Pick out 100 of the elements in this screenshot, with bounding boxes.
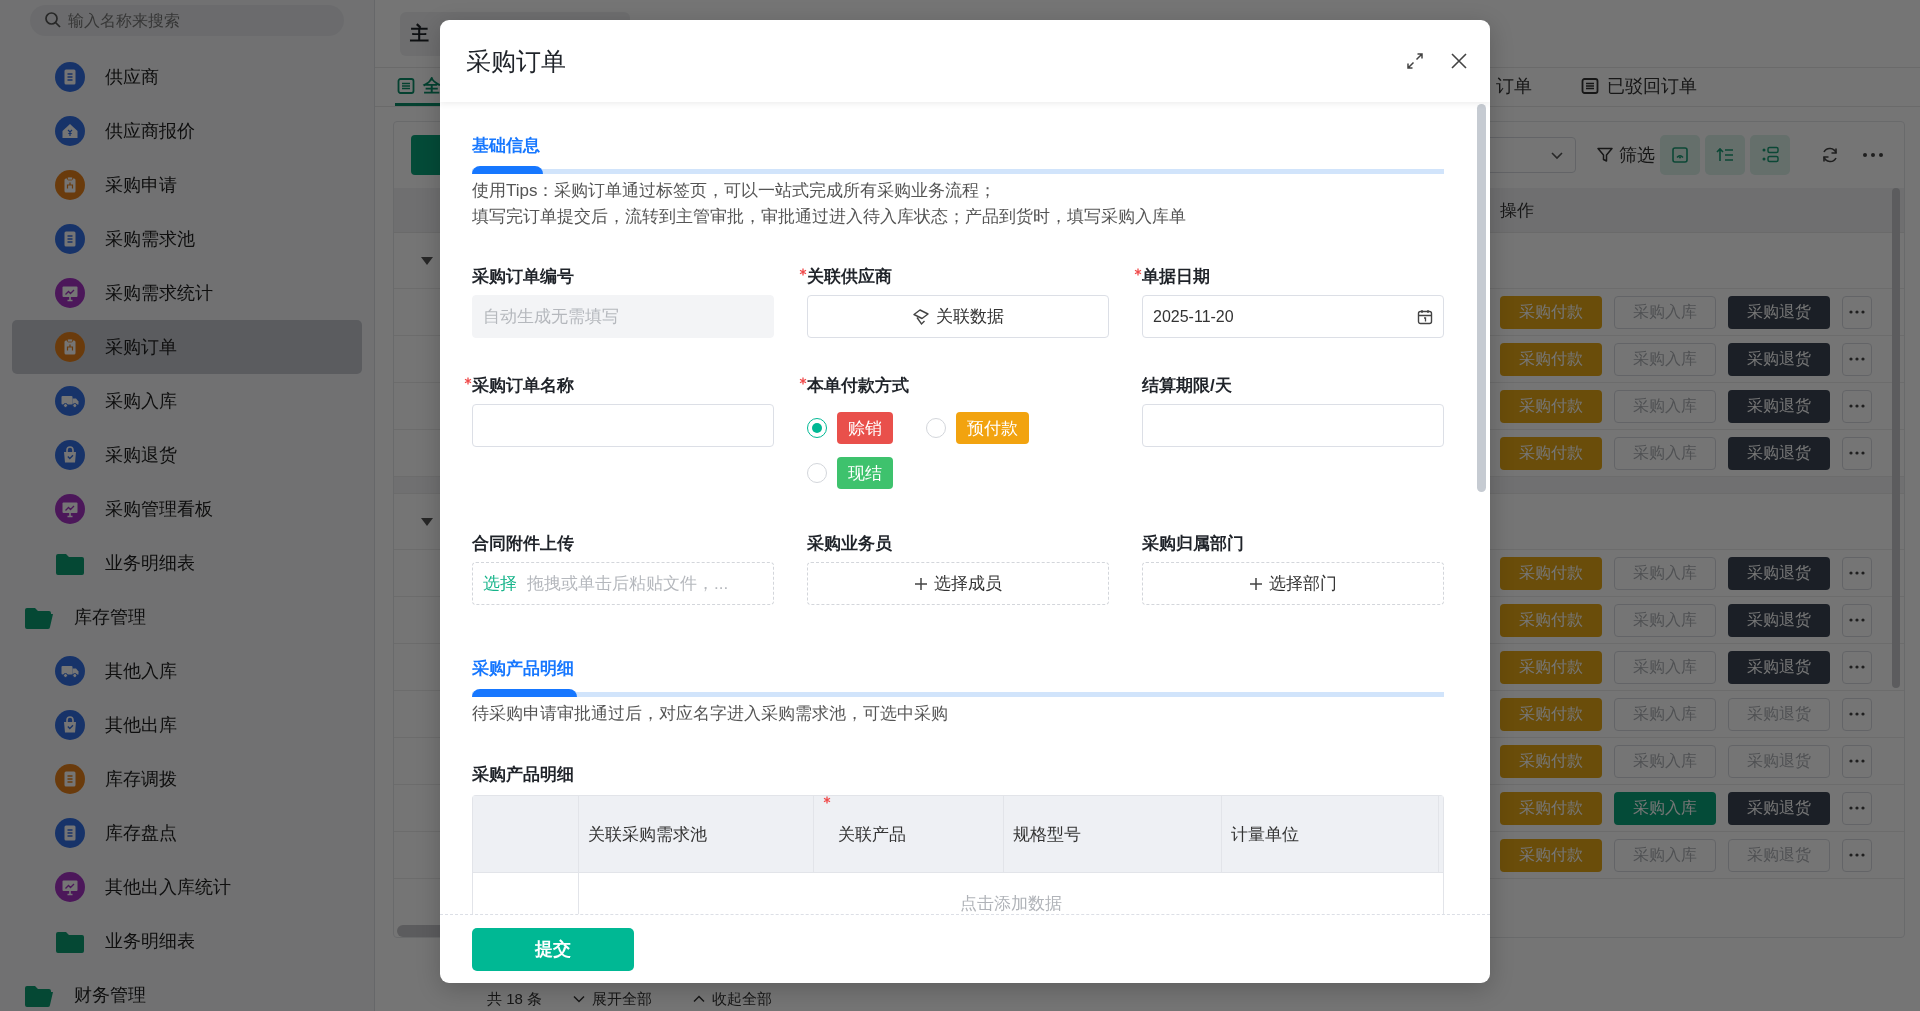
plus-icon [914, 576, 928, 591]
field-label: 采购归属部门 [1142, 532, 1244, 555]
sidebar-item[interactable]: 采购需求池 [12, 212, 362, 266]
sidebar-item[interactable]: 业务明细表 [12, 914, 362, 968]
more-button[interactable] [1842, 744, 1872, 778]
action-button[interactable]: 采购退货 [1728, 389, 1830, 423]
more-icon [1849, 759, 1865, 763]
action-button[interactable]: 采购退货 [1728, 436, 1830, 470]
more-button[interactable] [1842, 556, 1872, 590]
filter-button[interactable]: 筛选 [1596, 143, 1655, 167]
tip-text: 填写完订单提交后，流转到主管审批，审批通过进入待入库状态；产品到货时，填写采购入库单 [472, 206, 1187, 228]
action-button[interactable]: 采购退货 [1728, 791, 1830, 825]
radio-button[interactable] [926, 418, 946, 438]
more-button[interactable] [1842, 603, 1872, 637]
sidebar-item[interactable]: 库存调拨 [12, 752, 362, 806]
sidebar-item[interactable]: 采购退货 [12, 428, 362, 482]
more-button[interactable] [1842, 650, 1872, 684]
picker-button[interactable]: 选择成员 [807, 562, 1109, 605]
sidebar-item[interactable]: 采购入库 [12, 374, 362, 428]
monitor-chart-icon [55, 494, 85, 524]
action-button[interactable]: 采购退货 [1728, 650, 1830, 684]
table-label: 采购产品明细 [472, 764, 575, 786]
input-field[interactable] [1142, 404, 1444, 447]
sidebar-item[interactable]: 采购需求统计 [12, 266, 362, 320]
expand-icon[interactable] [1406, 52, 1424, 70]
caret-icon[interactable] [420, 516, 434, 527]
input-field[interactable] [472, 404, 774, 447]
field-label: 合同附件上传 [472, 532, 574, 555]
note-view-button[interactable] [1660, 135, 1700, 175]
sidebar-item[interactable]: 其他入库 [12, 644, 362, 698]
more-button[interactable] [1842, 295, 1872, 329]
section-title: 基础信息 [472, 135, 541, 157]
action-button[interactable]: 采购入库 [1614, 791, 1716, 825]
collapse-all-button[interactable]: 收起全部 [692, 989, 773, 1009]
sidebar-group[interactable]: 库存管理 [12, 590, 362, 644]
select-file-link[interactable]: 选择 [483, 572, 517, 595]
more-button[interactable] [1842, 838, 1872, 872]
sidebar-group[interactable]: 财务管理 [12, 968, 362, 1011]
more-button[interactable] [1842, 436, 1872, 470]
field-label: 关联供应商 [807, 265, 892, 288]
list-button[interactable] [1750, 135, 1790, 175]
more-button[interactable] [1842, 342, 1872, 376]
sidebar-item[interactable]: 供应商 [12, 50, 362, 104]
truck-icon [55, 656, 85, 686]
date-field[interactable]: 2025-11-20 [1142, 295, 1444, 338]
scrollbar[interactable] [1477, 104, 1486, 492]
action-button[interactable]: 采购退货 [1728, 556, 1830, 590]
more-icon [1849, 618, 1865, 622]
close-icon[interactable] [1450, 52, 1468, 70]
add-data-link[interactable]: 点击添加数据 [960, 891, 1062, 914]
tag-icon [912, 307, 930, 326]
table-icon [1581, 76, 1599, 95]
radio-button[interactable] [807, 463, 827, 483]
sidebar-item[interactable]: 业务明细表 [12, 536, 362, 590]
action-button[interactable]: 采购退货 [1728, 603, 1830, 637]
house-icon [55, 116, 85, 146]
link-data-button[interactable]: 关联数据 [807, 295, 1109, 338]
sort-button[interactable] [1705, 135, 1745, 175]
document-icon [55, 818, 85, 848]
expand-all-button[interactable]: 展开全部 [572, 989, 653, 1009]
picker-button[interactable]: 选择部门 [1142, 562, 1444, 605]
column-header: 关联采购需求池 [588, 823, 707, 846]
section-underline [472, 166, 543, 174]
action-button[interactable]: 采购退货 [1728, 342, 1830, 376]
sidebar-item[interactable]: 库存盘点 [12, 806, 362, 860]
sidebar-item[interactable]: 供应商报价 [12, 104, 362, 158]
submit-button[interactable]: 提交 [472, 927, 634, 971]
document-icon [55, 62, 85, 92]
more-icon[interactable] [1862, 152, 1884, 158]
column-header: 计量单位 [1231, 823, 1299, 846]
more-button[interactable] [1842, 389, 1872, 423]
bag-icon [55, 440, 85, 470]
table-icon [397, 76, 415, 95]
payment-tag[interactable]: 现结 [837, 457, 893, 489]
tab[interactable]: 已驳回订单 [1579, 68, 1699, 106]
upload-hint: 拖拽或单击后粘贴文件，... [527, 573, 729, 595]
bag-icon [55, 710, 85, 740]
sidebar-item[interactable]: 其他出入库统计 [12, 860, 362, 914]
sidebar-item[interactable]: 采购管理看板 [12, 482, 362, 536]
caret-icon[interactable] [420, 255, 434, 266]
clipboard-icon [55, 332, 85, 362]
more-button[interactable] [1842, 791, 1872, 825]
scrollbar[interactable] [1892, 188, 1900, 688]
upload-field[interactable]: 选择 拖拽或单击后粘贴文件，... [472, 562, 774, 605]
more-icon [1849, 571, 1865, 575]
more-icon [1849, 806, 1865, 810]
payment-tag[interactable]: 预付款 [956, 412, 1029, 444]
more-button[interactable] [1842, 697, 1872, 731]
action-button[interactable]: 采购退货 [1728, 295, 1830, 329]
refresh-icon[interactable] [1820, 145, 1840, 165]
more-icon [1849, 712, 1865, 716]
column-header: 关联产品 [838, 823, 906, 846]
tab[interactable]: 订单 [1494, 68, 1534, 106]
sidebar-item[interactable]: 采购订单 [12, 320, 362, 374]
payment-tag[interactable]: 赊销 [837, 412, 893, 444]
list-icon [1760, 145, 1780, 165]
sidebar-item[interactable]: 其他出库 [12, 698, 362, 752]
radio-button[interactable] [807, 418, 827, 438]
column-header: 操作 [1500, 199, 1535, 222]
sidebar-item[interactable]: 采购申请 [12, 158, 362, 212]
